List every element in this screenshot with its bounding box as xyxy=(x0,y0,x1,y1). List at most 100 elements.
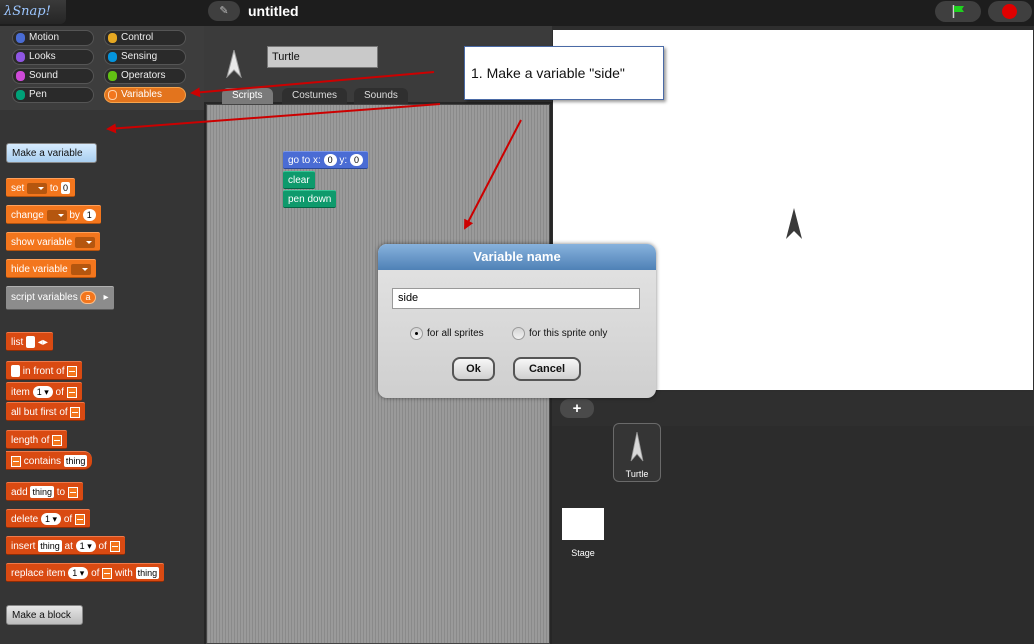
radio-for-this-sprite[interactable]: for this sprite only xyxy=(512,327,607,340)
list-slot-icon[interactable] xyxy=(67,365,78,377)
block-text: item xyxy=(11,387,30,398)
category-operators[interactable]: Operators xyxy=(104,68,186,84)
green-flag-icon xyxy=(952,5,964,18)
block-text: contains xyxy=(23,456,62,467)
radio-for-all-sprites[interactable]: for all sprites xyxy=(410,327,484,340)
file-menu-button[interactable]: ✎ xyxy=(208,1,240,21)
block-list[interactable]: list ◂▸ xyxy=(6,332,53,351)
variable-dropdown[interactable] xyxy=(46,209,67,221)
variable-dropdown[interactable] xyxy=(74,236,95,248)
index-slot[interactable]: 1 ▾ xyxy=(68,567,89,580)
looks-color-icon xyxy=(16,52,25,62)
green-flag-button[interactable] xyxy=(935,1,981,22)
category-sensing[interactable]: Sensing xyxy=(104,49,186,65)
value-slot[interactable] xyxy=(11,365,20,378)
stop-sign-icon xyxy=(1002,4,1017,19)
y-slot[interactable]: 0 xyxy=(349,154,363,167)
list-slot-icon[interactable] xyxy=(109,540,120,552)
variable-name-pill[interactable]: a xyxy=(80,290,96,304)
value-slot[interactable]: 1 xyxy=(82,209,96,222)
block-all-but-first[interactable]: all but first of xyxy=(6,402,86,421)
list-slot-icon[interactable] xyxy=(70,406,81,418)
list-slot-icon[interactable] xyxy=(66,386,77,398)
block-text: of xyxy=(55,387,64,398)
sprite-icon-turtle[interactable]: Turtle xyxy=(613,423,661,482)
block-script-variables[interactable]: script variables a ▸ xyxy=(6,286,114,310)
list-slot-icon[interactable] xyxy=(52,434,63,446)
block-insert[interactable]: insert thing at 1 ▾ of xyxy=(6,536,125,555)
tab-costumes[interactable]: Costumes xyxy=(282,88,348,104)
block-hide-variable[interactable]: hide variable xyxy=(6,259,96,278)
category-sound[interactable]: Sound xyxy=(12,68,94,84)
value-slot[interactable] xyxy=(26,336,36,349)
block-change-var[interactable]: change by 1 xyxy=(6,205,101,224)
tab-scripts[interactable]: Scripts xyxy=(222,88,273,104)
variable-dropdown[interactable] xyxy=(70,263,91,275)
block-text: script variables xyxy=(11,292,78,303)
value-slot[interactable]: thing xyxy=(135,567,160,580)
value-slot[interactable]: thing xyxy=(30,486,54,499)
make-variable-button[interactable]: Make a variable xyxy=(6,143,97,163)
variable-dropdown[interactable] xyxy=(27,182,48,194)
motion-color-icon xyxy=(16,33,25,43)
block-contains[interactable]: contains thing xyxy=(6,451,93,470)
variable-name-input[interactable]: side xyxy=(392,288,640,309)
radio-label: for this sprite only xyxy=(529,328,608,340)
turtle-arrowhead-icon xyxy=(226,50,242,78)
block-text: show variable xyxy=(11,237,73,248)
block-set-var[interactable]: set to 0 xyxy=(6,178,76,197)
category-looks[interactable]: Looks xyxy=(12,49,94,65)
variable-name-dialog: Variable name side for all sprites for t… xyxy=(378,244,656,398)
script-block-clear[interactable]: clear xyxy=(283,171,315,189)
sound-color-icon xyxy=(16,71,25,81)
block-replace-item[interactable]: replace item 1 ▾ of with thing xyxy=(6,563,165,582)
block-text: y: xyxy=(339,155,348,166)
dialog-title[interactable]: Variable name xyxy=(378,244,656,270)
stage-thumbnail[interactable] xyxy=(562,508,604,540)
arrows-icon[interactable]: ◂▸ xyxy=(38,337,48,348)
list-slot-icon[interactable] xyxy=(11,455,21,467)
operators-color-icon xyxy=(108,71,117,81)
block-length-of[interactable]: length of xyxy=(6,430,68,449)
index-slot[interactable]: 1 ▾ xyxy=(32,386,53,399)
category-pen[interactable]: Pen xyxy=(12,87,94,103)
block-text: of xyxy=(63,514,73,525)
block-item-of[interactable]: item 1 ▾ of xyxy=(6,382,82,401)
value-slot[interactable]: thing xyxy=(63,455,88,468)
sprite-name-input[interactable]: Turtle xyxy=(267,46,378,68)
cancel-button[interactable]: Cancel xyxy=(513,357,581,381)
value-slot[interactable]: 0 xyxy=(61,182,71,195)
list-slot-icon[interactable] xyxy=(67,486,78,498)
list-slot-icon[interactable] xyxy=(102,567,113,579)
category-variables[interactable]: Variables xyxy=(104,87,186,103)
block-in-front-of[interactable]: in front of xyxy=(6,361,83,380)
index-slot[interactable]: 1 ▾ xyxy=(75,540,96,553)
block-add[interactable]: add thing to xyxy=(6,482,83,501)
block-text: hide variable xyxy=(11,264,68,275)
block-show-variable[interactable]: show variable xyxy=(6,232,100,251)
index-slot[interactable]: 1 ▾ xyxy=(41,513,62,526)
category-motion[interactable]: Motion xyxy=(12,30,94,46)
block-delete[interactable]: delete 1 ▾ of xyxy=(6,509,90,528)
block-palette: Motion Control Looks Sensing Sound Opera… xyxy=(0,26,204,644)
value-slot[interactable]: thing xyxy=(38,540,62,553)
stop-button[interactable] xyxy=(988,1,1032,22)
index-value: 1 xyxy=(79,541,85,552)
script-block-go-to-xy[interactable]: go to x: 0 y: 0 xyxy=(283,151,368,169)
script-block-pen-down[interactable]: pen down xyxy=(283,190,337,208)
category-label: Control xyxy=(121,32,154,43)
list-slot-icon[interactable] xyxy=(74,513,85,525)
block-text: set xyxy=(11,183,25,194)
turtle-sprite-icon[interactable] xyxy=(785,208,803,240)
ok-button[interactable]: Ok xyxy=(452,357,495,381)
snap-logo[interactable]: λSnap! xyxy=(0,0,66,24)
expand-arrow-icon[interactable]: ▸ xyxy=(103,287,108,309)
stage-label: Stage xyxy=(571,548,595,558)
tab-sounds[interactable]: Sounds xyxy=(354,88,408,104)
category-control[interactable]: Control xyxy=(104,30,186,46)
project-title: untitled xyxy=(248,3,299,19)
x-slot[interactable]: 0 xyxy=(323,154,337,167)
add-sprite-button[interactable]: + xyxy=(560,399,594,418)
block-text: insert xyxy=(11,541,36,552)
make-block-button[interactable]: Make a block xyxy=(6,605,83,625)
